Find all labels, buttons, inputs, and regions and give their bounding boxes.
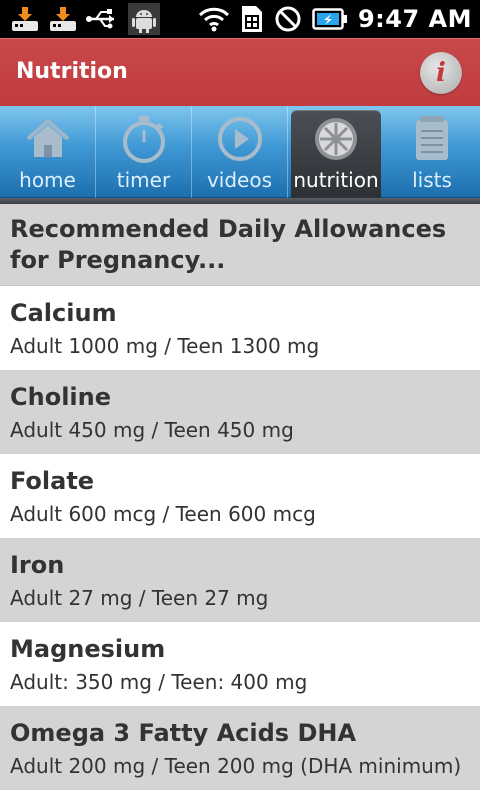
- nutrient-detail: Adult 450 mg / Teen 450 mg: [10, 418, 294, 442]
- nutrient-detail: Adult 27 mg / Teen 27 mg: [10, 586, 269, 610]
- nutrient-name: Iron: [10, 551, 65, 579]
- allowance-list: Recommended Daily Allowances for Pregnan…: [0, 204, 480, 790]
- android-debug-icon: [128, 3, 160, 35]
- list-item-folate[interactable]: Folate Adult 600 mcg / Teen 600 mcg: [0, 454, 480, 538]
- info-icon: i: [436, 58, 446, 88]
- no-signal-icon: [274, 5, 302, 33]
- wifi-icon: [198, 6, 230, 32]
- tab-label: videos: [206, 168, 273, 192]
- nutrient-name: Folate: [10, 467, 95, 495]
- tab-bar: home timer videos nutrition lists: [0, 106, 480, 198]
- tab-timer[interactable]: timer: [96, 106, 192, 198]
- tab-videos[interactable]: videos: [192, 106, 288, 198]
- battery-charging-icon: [312, 6, 348, 32]
- play-icon: [215, 114, 265, 164]
- orange-slice-icon: [311, 114, 361, 164]
- tab-nutrition[interactable]: nutrition: [291, 110, 381, 198]
- tab-home[interactable]: home: [0, 106, 96, 198]
- tab-label: lists: [412, 168, 452, 192]
- nutrient-name: Choline: [10, 383, 112, 411]
- download-icon: [48, 5, 78, 33]
- stopwatch-icon: [119, 114, 169, 164]
- notepad-icon: [407, 114, 457, 164]
- list-header: Recommended Daily Allowances for Pregnan…: [0, 204, 480, 286]
- list-item-choline[interactable]: Choline Adult 450 mg / Teen 450 mg: [0, 370, 480, 454]
- nutrient-detail: Adult: 350 mg / Teen: 400 mg: [10, 670, 308, 694]
- title-bar: Nutrition i: [0, 38, 480, 106]
- system-icons: 9:47 AM: [198, 0, 472, 38]
- download-icon: [10, 5, 40, 33]
- nutrient-detail: Adult 600 mcg / Teen 600 mcg: [10, 502, 316, 526]
- nutrient-name: Calcium: [10, 299, 117, 327]
- list-item-omega-3[interactable]: Omega 3 Fatty Acids DHA Adult 200 mg / T…: [0, 706, 480, 790]
- tab-label: timer: [116, 168, 171, 192]
- sim-card-icon: [240, 4, 264, 34]
- tab-lists[interactable]: lists: [384, 106, 480, 198]
- page-title: Nutrition: [16, 59, 128, 84]
- list-item-magnesium[interactable]: Magnesium Adult: 350 mg / Teen: 400 mg: [0, 622, 480, 706]
- nutrient-name: Omega 3 Fatty Acids DHA: [10, 719, 357, 747]
- notification-icons: [10, 3, 160, 35]
- nutrient-name: Magnesium: [10, 635, 166, 663]
- nutrient-detail: Adult 200 mg / Teen 200 mg (DHA minimum): [10, 754, 462, 778]
- tab-label: home: [19, 168, 76, 192]
- tab-label: nutrition: [293, 168, 379, 192]
- home-icon: [23, 114, 73, 164]
- list-item-iron[interactable]: Iron Adult 27 mg / Teen 27 mg: [0, 538, 480, 622]
- clock: 9:47 AM: [357, 5, 472, 33]
- nutrient-detail: Adult 1000 mg / Teen 1300 mg: [10, 334, 320, 358]
- info-button[interactable]: i: [420, 52, 462, 94]
- list-item-calcium[interactable]: Calcium Adult 1000 mg / Teen 1300 mg: [0, 286, 480, 370]
- usb-icon: [86, 7, 120, 31]
- list-header-text: Recommended Daily Allowances for Pregnan…: [10, 215, 447, 274]
- status-bar: 9:47 AM: [0, 0, 480, 38]
